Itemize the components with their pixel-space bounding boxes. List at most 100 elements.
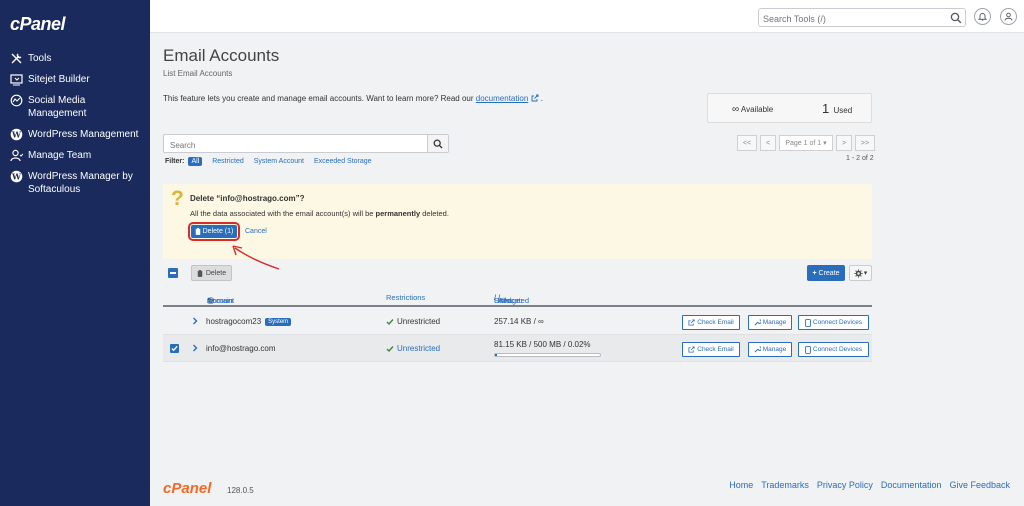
confirm-text-bold: permanently — [375, 209, 421, 218]
external-link-icon[interactable] — [531, 94, 539, 102]
used-stat: 1 Used — [822, 101, 852, 116]
annotation-arrow — [232, 245, 280, 270]
table-header: Account ^ @ Domain Restrictions Storage:… — [163, 290, 872, 307]
select-all-checkbox[interactable] — [168, 268, 178, 278]
restriction-label: Unrestricted — [397, 344, 441, 353]
cpanel-logo[interactable]: cPanel — [10, 14, 66, 35]
account-label: hostragocom23 — [206, 317, 262, 326]
manage-button[interactable]: Manage — [748, 342, 792, 357]
storage-bar-fill — [495, 354, 498, 356]
intro-text: This feature lets you create and manage … — [163, 94, 543, 103]
create-button[interactable]: + Create — [807, 265, 845, 281]
footer-link-feedback[interactable]: Give Feedback — [949, 480, 1010, 490]
last-page-button[interactable]: >> — [855, 135, 875, 151]
chevron-right-icon[interactable] — [191, 344, 199, 352]
confirm-delete-label: Delete (1) — [202, 228, 234, 235]
wrench-icon — [754, 346, 763, 353]
question-icon: ? — [171, 187, 184, 210]
row-checkbox[interactable] — [170, 344, 179, 353]
table-row: hostragocom23 System Unrestricted 257.14 … — [163, 308, 872, 335]
prev-page-button[interactable]: < — [760, 135, 776, 151]
used-value: 1 — [822, 101, 830, 116]
connect-devices-button[interactable]: Connect Devices — [798, 315, 869, 330]
storage-usage: 81.15 KB / 500 MB / 0.02% — [494, 340, 591, 349]
sidebar-item-label: Tools — [28, 53, 52, 64]
filter-system-account[interactable]: System Account — [254, 158, 304, 165]
wrench-icon — [754, 319, 763, 326]
sidebar-item-label: Manage Team — [28, 150, 92, 161]
filter-label: Filter: — [165, 158, 185, 165]
sidebar-item-social-media[interactable]: Social Media Management — [0, 94, 150, 120]
search-button[interactable] — [427, 135, 448, 152]
notifications-button[interactable] — [974, 8, 991, 25]
user-menu-button[interactable] — [1000, 8, 1017, 25]
manage-button[interactable]: Manage — [748, 315, 792, 330]
sidebar-item-label: WordPress Manager by Softaculous — [28, 171, 133, 195]
page-subtitle: List Email Accounts — [163, 69, 233, 78]
footer-link-trademarks[interactable]: Trademarks — [761, 480, 809, 490]
storage-usage: 257.14 KB / ∞ — [494, 317, 544, 326]
filter-restricted[interactable]: Restricted — [212, 158, 244, 165]
caret-down-icon: ▾ — [863, 270, 868, 277]
svg-text:W: W — [11, 172, 22, 182]
search-tools-input[interactable] — [759, 10, 939, 28]
available-label: Available — [740, 105, 774, 114]
footer-link-privacy[interactable]: Privacy Policy — [817, 480, 873, 490]
check-icon — [386, 318, 397, 326]
minus-icon — [170, 272, 176, 274]
gear-icon — [854, 268, 863, 278]
check-icon — [386, 345, 397, 353]
header-percent[interactable]: % — [500, 296, 507, 305]
search-input[interactable] — [164, 137, 424, 154]
device-icon — [805, 345, 813, 354]
footer-link-home[interactable]: Home — [729, 480, 753, 490]
restriction-label: Unrestricted — [397, 317, 441, 326]
chevron-right-icon[interactable] — [191, 317, 199, 325]
page-select[interactable]: Page 1 of 1 ▾ — [779, 135, 833, 151]
check-email-button[interactable]: Check Email — [682, 315, 740, 330]
team-icon — [10, 149, 23, 162]
svg-text:W: W — [11, 130, 22, 140]
sidebar-item-tools[interactable]: Tools — [0, 52, 150, 65]
search-tools — [758, 8, 966, 28]
filter-all[interactable]: All — [188, 157, 203, 166]
intro-end: . — [540, 94, 543, 103]
bulk-delete-label: Delete — [205, 269, 227, 277]
page-label: Page 1 of 1 — [785, 139, 822, 147]
external-link-icon — [688, 319, 697, 326]
manage-label: Manage — [762, 346, 787, 353]
page-title: Email Accounts — [163, 46, 280, 65]
sidebar-item-wordpress-management[interactable]: W WordPress Management — [0, 128, 150, 141]
next-page-button[interactable]: > — [836, 135, 852, 151]
external-link-icon — [688, 346, 697, 353]
header-domain[interactable]: Domain — [207, 296, 233, 305]
account-name: hostragocom23 System — [206, 317, 292, 326]
header-restrictions[interactable]: Restrictions — [386, 293, 425, 302]
confirm-text-start: All the data associated with the email a… — [190, 209, 374, 218]
table-row: info@hostrago.com Unrestricted 81.15 KB … — [163, 335, 872, 362]
first-page-button[interactable]: << — [737, 135, 757, 151]
settings-button[interactable]: ▾ — [849, 265, 872, 281]
bulk-delete-button[interactable]: Delete — [191, 265, 232, 281]
infinity-symbol: ∞ — [732, 104, 740, 115]
sidebar-item-wordpress-manager[interactable]: W WordPress Manager by Softaculous — [0, 170, 150, 196]
manage-label: Manage — [762, 319, 787, 326]
footer-link-documentation[interactable]: Documentation — [881, 480, 942, 490]
connect-devices-button[interactable]: Connect Devices — [798, 342, 869, 357]
confirm-delete-button[interactable]: Delete (1) — [188, 222, 240, 241]
wordpress-icon: W — [10, 170, 23, 183]
sidebar-item-sitejet[interactable]: Sitejet Builder — [0, 73, 150, 86]
connect-devices-label: Connect Devices — [812, 319, 863, 326]
header-storage: Storage: Used / Allocated / % — [494, 293, 530, 305]
sidebar-item-manage-team[interactable]: Manage Team — [0, 149, 150, 162]
search-icon[interactable] — [950, 12, 962, 24]
check-email-button[interactable]: Check Email — [682, 342, 740, 357]
documentation-link[interactable]: documentation — [476, 94, 528, 103]
filter-exceeded-storage[interactable]: Exceeded Storage — [314, 158, 372, 165]
check-email-label: Check Email — [697, 319, 734, 326]
version-label: 128.0.5 — [227, 486, 254, 495]
cancel-link[interactable]: Cancel — [245, 228, 267, 235]
confirm-title: Delete “info@hostrago.com”? — [190, 194, 305, 203]
confirm-text: All the data associated with the email a… — [190, 209, 449, 218]
search-box — [163, 134, 449, 154]
